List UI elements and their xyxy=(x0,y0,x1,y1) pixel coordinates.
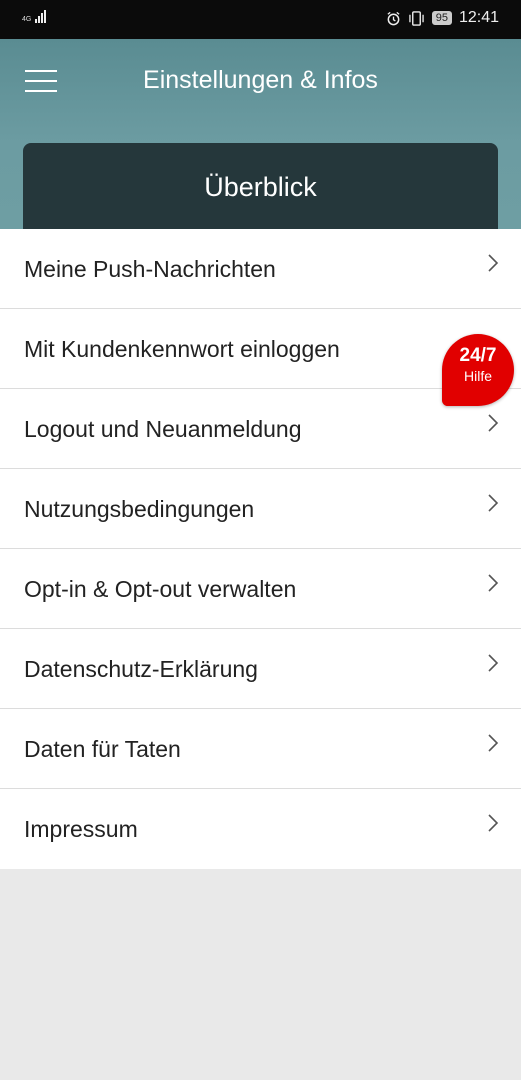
status-bar: 4G 95 12:41 xyxy=(0,0,521,39)
list-item-terms[interactable]: Nutzungsbedingungen xyxy=(0,469,521,549)
list-item-data-for-deeds[interactable]: Daten für Taten xyxy=(0,709,521,789)
list-item-label: Daten für Taten xyxy=(24,736,181,762)
battery-icon: 95 xyxy=(431,11,452,25)
page-title: Einstellungen & Infos xyxy=(143,66,378,94)
list-item-label: Impressum xyxy=(24,816,138,842)
settings-list: Meine Push-Nachrichten Mit Kundenkennwor… xyxy=(0,229,521,869)
list-item-privacy[interactable]: Datenschutz-Erklärung xyxy=(0,629,521,709)
clock: 12:41 xyxy=(458,9,499,26)
signal-indicator: 4G xyxy=(22,9,47,23)
list-item-label: Meine Push-Nachrichten xyxy=(24,256,276,282)
list-item-label: Logout und Neuanmeldung xyxy=(24,416,302,442)
help-title: 24/7 xyxy=(459,345,497,366)
list-item-label: Mit Kundenkennwort einloggen xyxy=(24,336,340,362)
list-item-opt-in-out[interactable]: Opt-in & Opt-out verwalten xyxy=(0,549,521,629)
list-item-label: Opt-in & Opt-out verwalten xyxy=(24,576,297,602)
chevron-right-icon xyxy=(488,414,499,432)
help-subtitle: Hilfe xyxy=(463,368,492,384)
app-header: Einstellungen & Infos Überblick xyxy=(0,39,521,229)
chevron-right-icon xyxy=(488,734,499,752)
help-24-7-button[interactable]: 24/7 Hilfe xyxy=(442,334,514,406)
overview-card: Überblick xyxy=(23,143,498,229)
battery-level: 95 xyxy=(435,12,448,24)
alarm-icon xyxy=(387,11,400,25)
network-type: 4G xyxy=(22,16,31,23)
chevron-right-icon xyxy=(488,494,499,512)
network-label: 4G xyxy=(22,16,32,23)
vibrate-icon xyxy=(408,10,424,26)
chevron-right-icon xyxy=(488,654,499,672)
list-item-label: Datenschutz-Erklärung xyxy=(24,656,258,682)
chevron-right-icon xyxy=(488,574,499,592)
signal-bars-icon xyxy=(35,9,47,23)
list-item-push-messages[interactable]: Meine Push-Nachrichten xyxy=(0,229,521,309)
list-item-label: Nutzungsbedingungen xyxy=(24,496,255,522)
chevron-right-icon xyxy=(488,814,499,832)
chevron-right-icon xyxy=(488,254,499,272)
list-item-imprint[interactable]: Impressum xyxy=(0,789,521,869)
